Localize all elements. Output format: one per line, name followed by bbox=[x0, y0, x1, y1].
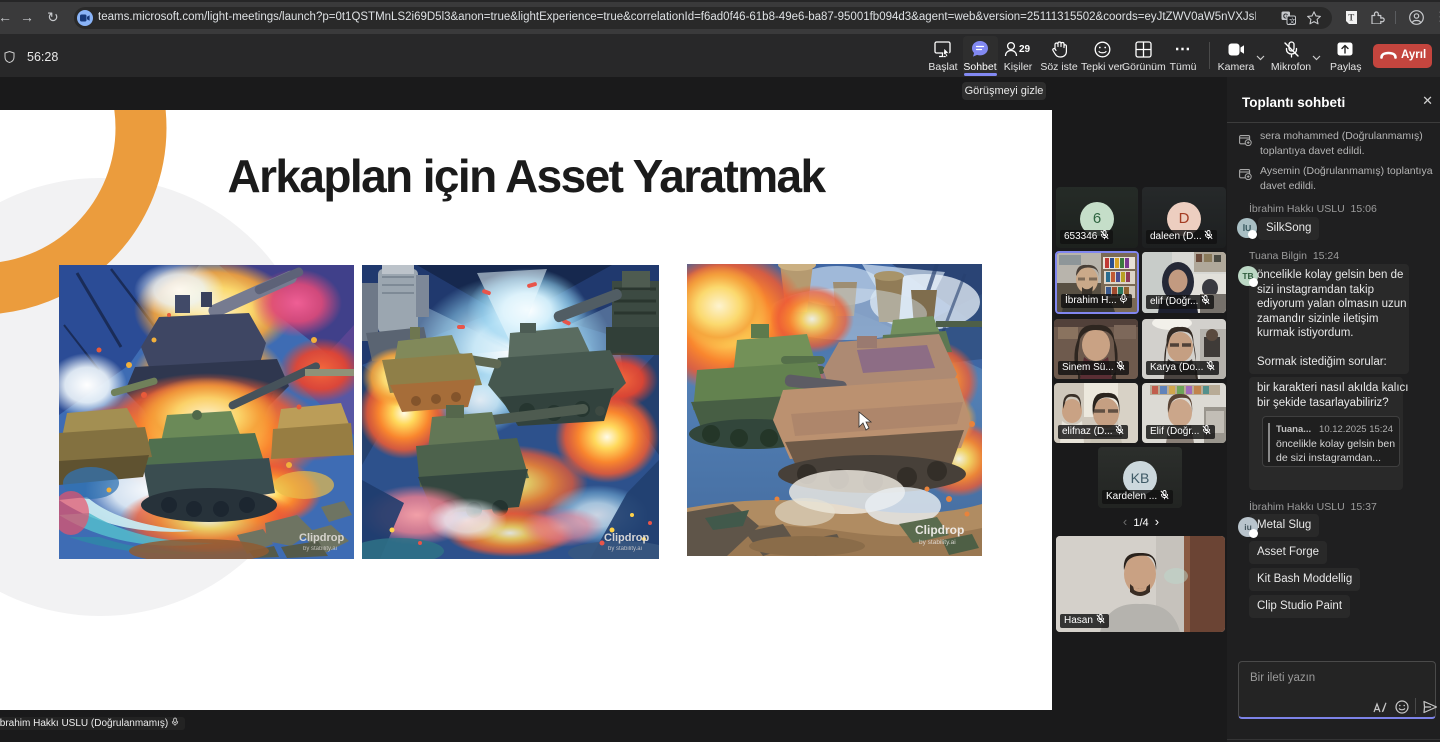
svg-text:by stability.ai: by stability.ai bbox=[919, 539, 956, 546]
svg-text:Clipdrop: Clipdrop bbox=[299, 532, 344, 544]
svg-text:by stability.ai: by stability.ai bbox=[303, 546, 337, 552]
svg-text:by stability.ai: by stability.ai bbox=[608, 546, 642, 552]
svg-text:T: T bbox=[1348, 13, 1354, 23]
svg-text:Clipdrop: Clipdrop bbox=[604, 532, 649, 544]
svg-text:29: 29 bbox=[1019, 44, 1031, 55]
svg-text:文: 文 bbox=[1289, 16, 1296, 25]
svg-text:Clipdrop: Clipdrop bbox=[915, 523, 964, 537]
